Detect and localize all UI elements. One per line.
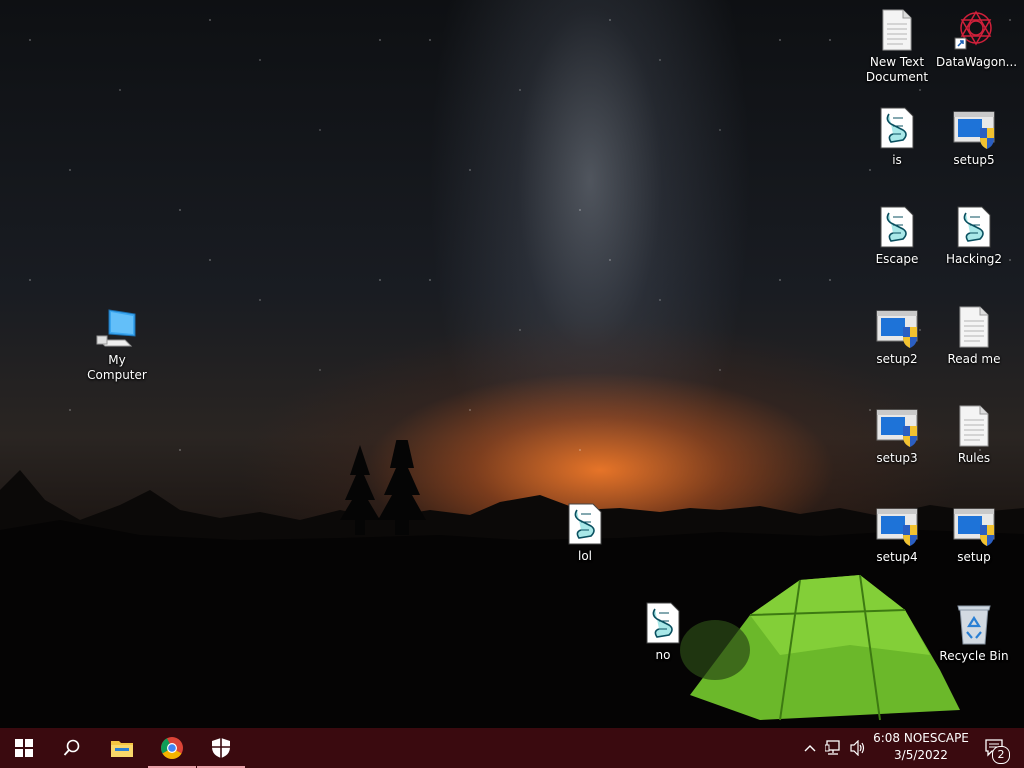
text-document-icon <box>959 405 989 447</box>
icon-label: is <box>892 153 902 167</box>
icon-label: Recycle Bin <box>939 649 1009 663</box>
desktop-icon-read-me[interactable]: Read me <box>936 305 1012 367</box>
icon-label: DataWagon... <box>936 55 1018 69</box>
desktop-icon-hacking2[interactable]: Hacking2 <box>936 205 1012 267</box>
icon-label: Escape <box>875 252 919 266</box>
script-file-icon <box>957 206 991 248</box>
desktop-icon-setup2[interactable]: setup2 <box>859 305 935 367</box>
network-icon <box>825 740 840 755</box>
script-file-icon <box>568 503 602 545</box>
chevron-up-icon <box>804 745 816 752</box>
setup-installer-icon <box>953 111 995 149</box>
recycle-bin-icon <box>957 605 991 645</box>
icon-label: My Computer <box>87 353 147 382</box>
desktop-icon-my-computer[interactable]: My Computer <box>79 306 155 383</box>
windows-logo-icon <box>15 739 33 757</box>
text-document-icon <box>882 9 912 51</box>
desktop-icon-no[interactable]: no <box>625 601 701 663</box>
icon-label: setup5 <box>953 153 995 167</box>
network-button[interactable] <box>822 728 846 768</box>
taskbar-security[interactable] <box>197 728 245 768</box>
desktop-icon-setup3[interactable]: setup3 <box>859 404 935 466</box>
shield-icon <box>212 738 230 758</box>
datawagon-app-icon <box>954 10 992 50</box>
volume-icon <box>850 740 865 756</box>
landscape-wallpaper <box>0 440 1024 728</box>
setup-installer-icon <box>876 508 918 546</box>
icon-label: Read me <box>947 352 1001 366</box>
start-button[interactable] <box>0 728 48 768</box>
clock-date: 3/5/2022 <box>894 748 948 762</box>
desktop-icon-escape[interactable]: Escape <box>859 205 935 267</box>
setup-installer-icon <box>953 508 995 546</box>
desktop-icon-is[interactable]: is <box>859 106 935 168</box>
script-file-icon <box>646 602 680 644</box>
notification-center-button[interactable]: 2 <box>978 728 1012 768</box>
icon-label: setup <box>957 550 991 564</box>
clock-time: 6:08 NOESCAPE <box>873 731 969 745</box>
icon-label: setup4 <box>876 550 918 564</box>
desktop-icon-datawagon[interactable]: DataWagon... <box>936 8 1018 70</box>
icon-label: lol <box>577 549 592 563</box>
script-file-icon <box>880 206 914 248</box>
taskbar-chrome[interactable] <box>148 728 196 768</box>
icon-label: setup3 <box>876 451 918 465</box>
search-button[interactable] <box>48 728 96 768</box>
desktop[interactable]: New Text Document DataWagon... is setup5… <box>0 0 1024 728</box>
notification-count-badge: 2 <box>992 746 1010 764</box>
text-document-icon <box>959 306 989 348</box>
chrome-icon <box>161 737 183 759</box>
icon-label: setup2 <box>876 352 918 366</box>
desktop-icon-new-text-document[interactable]: New Text Document <box>859 8 935 85</box>
desktop-icon-setup4[interactable]: setup4 <box>859 503 935 565</box>
computer-icon <box>96 309 136 347</box>
desktop-icon-setup[interactable]: setup <box>936 503 1012 565</box>
taskbar-clock[interactable]: 6:08 NOESCAPE 3/5/2022 <box>866 730 976 766</box>
icon-label: no <box>655 648 671 662</box>
icon-label: New Text Document <box>865 55 929 84</box>
desktop-icon-rules[interactable]: Rules <box>936 404 1012 466</box>
desktop-icon-recycle-bin[interactable]: Recycle Bin <box>936 602 1012 664</box>
desktop-icon-lol[interactable]: lol <box>547 502 623 564</box>
taskbar-file-explorer[interactable] <box>98 728 146 768</box>
setup-installer-icon <box>876 409 918 447</box>
icon-label: Hacking2 <box>945 252 1003 266</box>
search-icon <box>63 739 80 756</box>
desktop-icon-setup5[interactable]: setup5 <box>936 106 1012 168</box>
taskbar: 6:08 NOESCAPE 3/5/2022 2 <box>0 728 1024 768</box>
tray-overflow-button[interactable] <box>800 728 820 768</box>
setup-installer-icon <box>876 310 918 348</box>
folder-icon <box>111 741 133 757</box>
icon-label: Rules <box>957 451 991 465</box>
script-file-icon <box>880 107 914 149</box>
